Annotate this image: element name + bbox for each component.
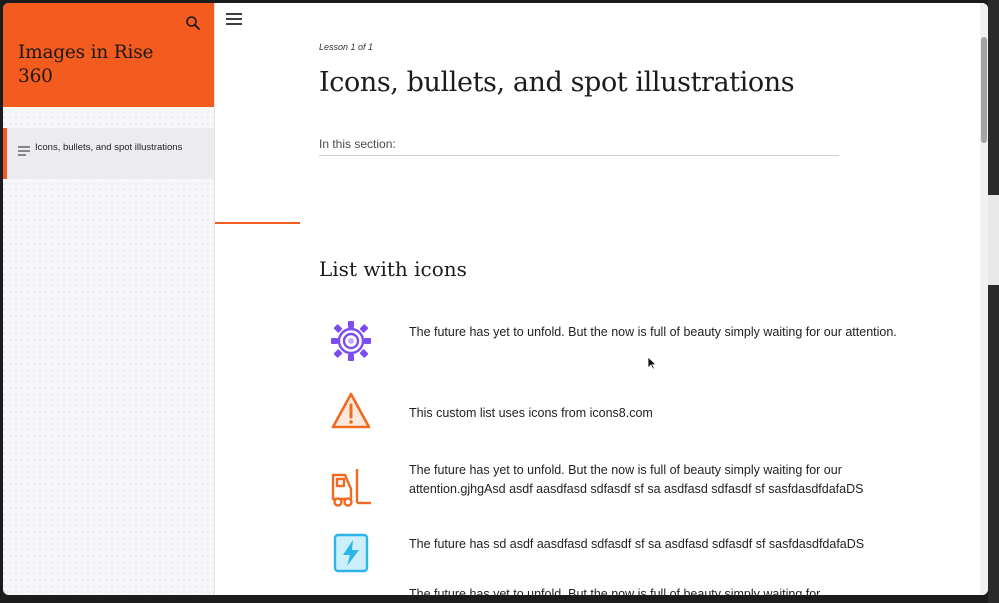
search-icon[interactable] [185, 15, 201, 31]
sidebar: Images in Rise 360 Icons, bullets, and s… [3, 3, 215, 595]
block-heading: List with icons [319, 257, 467, 281]
sidebar-lesson-label: Icons, bullets, and spot illustrations [35, 142, 183, 153]
background-window [988, 0, 999, 603]
warning-icon [329, 389, 373, 433]
app-window: Images in Rise 360 Icons, bullets, and s… [3, 3, 988, 595]
list-item: The future has yet to unfold. But the no… [319, 463, 919, 525]
scrollbar-thumb[interactable] [981, 37, 987, 143]
list-item: The future has yet to unfold. But the no… [319, 585, 919, 595]
lesson-content: Lesson 1 of 1 Icons, bullets, and spot i… [215, 3, 988, 595]
lesson-counter: Lesson 1 of 1 [319, 42, 374, 52]
lesson-list-icon [18, 143, 30, 156]
background-window-edge [988, 195, 999, 285]
section-divider [319, 155, 839, 156]
accent-divider [215, 222, 300, 224]
list-item-text: The future has yet to unfold. But the no… [409, 325, 897, 339]
lightning-icon [329, 531, 373, 575]
course-title: Images in Rise 360 [18, 42, 154, 87]
hamburger-menu-icon[interactable] [226, 12, 242, 26]
scrollbar[interactable] [980, 3, 988, 595]
list-item-text: The future has sd asdf aasdfasd sdfasdf … [409, 537, 865, 551]
gear-icon [329, 319, 373, 363]
list-item: The future has yet to unfold. But the no… [319, 319, 919, 369]
active-lesson-indicator [3, 128, 7, 179]
section-label: In this section: [319, 137, 396, 151]
sidebar-lesson-item[interactable]: Icons, bullets, and spot illustrations [3, 128, 214, 179]
list-item-text: The future has yet to unfold. But the no… [409, 587, 821, 595]
list-item: The future has sd asdf aasdfasd sdfasdf … [319, 531, 919, 577]
list-item-text: The future has yet to unfold. But the no… [409, 463, 864, 496]
lesson-title: Icons, bullets, and spot illustrations [319, 67, 795, 98]
list-item: This custom list uses icons from icons8.… [319, 389, 919, 435]
sidebar-header: Images in Rise 360 [3, 3, 214, 107]
list-item-text: This custom list uses icons from icons8.… [409, 406, 653, 420]
mouse-cursor-icon [647, 356, 658, 370]
forklift-icon [329, 465, 373, 509]
